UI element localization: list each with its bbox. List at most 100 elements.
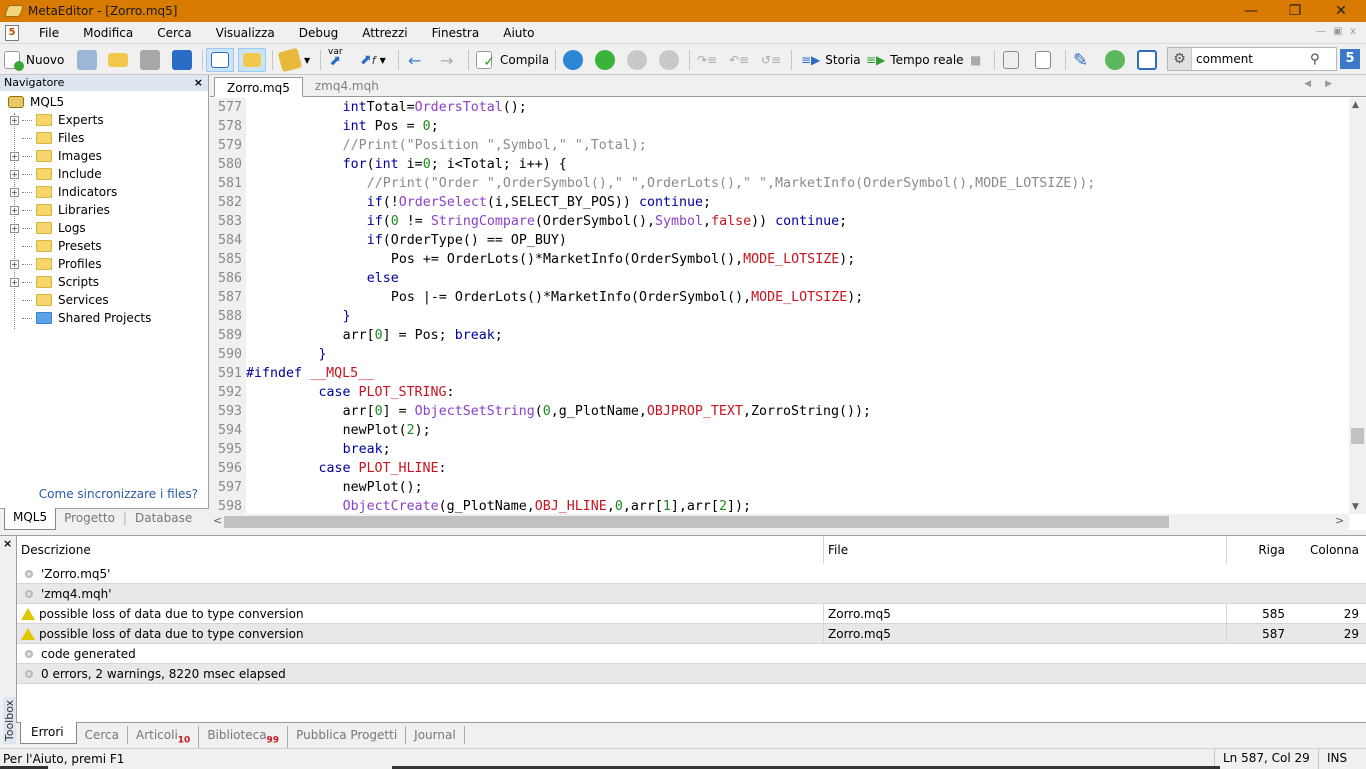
menu-debug[interactable]: Debug xyxy=(287,26,350,40)
restore-button[interactable]: ❐ xyxy=(1272,0,1318,22)
tab-journal[interactable]: Journal xyxy=(406,726,465,744)
code-line[interactable]: 592 case PLOT_STRING: xyxy=(210,383,1344,402)
tab-biblioteca[interactable]: Biblioteca99 xyxy=(199,726,289,750)
code-line[interactable]: 584 if(OrderType() == OP_BUY) xyxy=(210,231,1344,250)
pause-button[interactable] xyxy=(627,48,647,72)
tab-errori[interactable]: Errori xyxy=(20,722,77,744)
code-area[interactable]: 577 intTotal=OrdersTotal(); 578 int Pos = 0… xyxy=(210,98,1344,514)
tab-zorro-mq5[interactable]: Zorro.mq5 xyxy=(214,77,303,97)
styler-button[interactable]: ✎ xyxy=(1073,48,1088,72)
code-line[interactable]: 583 if(0 != StringCompare(OrderSymbol(),S… xyxy=(210,212,1344,231)
history-button[interactable]: ≡▶ Storia xyxy=(801,48,861,72)
close-toolbox-icon[interactable]: × xyxy=(3,537,12,550)
tree-item[interactable]: Shared Projects xyxy=(10,309,151,327)
tree-item[interactable]: + Experts xyxy=(10,111,104,129)
menu-file[interactable]: File xyxy=(27,26,71,40)
tab-cerca[interactable]: Cerca xyxy=(77,726,128,744)
close-navigator-icon[interactable]: × xyxy=(194,75,203,91)
back-button[interactable]: ← xyxy=(408,48,421,72)
code-line[interactable]: 586 else xyxy=(210,269,1344,288)
preview-button[interactable] xyxy=(1035,48,1051,72)
tree-item[interactable]: + Include xyxy=(10,165,102,183)
tree-item[interactable]: + Scripts xyxy=(10,273,99,291)
cloud-protect-button[interactable] xyxy=(1105,48,1125,72)
code-line[interactable]: 579 //Print("Position ",Symbol," ",Total)… xyxy=(210,136,1344,155)
tab-mql5[interactable]: MQL5 xyxy=(4,508,57,530)
tab-scroll-arrows[interactable]: ◀▶ xyxy=(1304,79,1346,89)
insert-function-button[interactable]: ⬈f ▼ xyxy=(360,48,386,72)
minimize-button[interactable]: — xyxy=(1228,0,1274,22)
new-button[interactable]: Nuovo xyxy=(4,48,64,72)
tree-item[interactable]: + Images xyxy=(10,147,102,165)
code-line[interactable]: 596 case PLOT_HLINE: xyxy=(210,459,1344,478)
save-all-button[interactable] xyxy=(172,48,192,72)
new-project-button[interactable] xyxy=(77,48,97,72)
tree-item[interactable]: + Logs xyxy=(10,219,86,237)
horizontal-scrollbar[interactable]: < > xyxy=(210,514,1349,530)
tree-item[interactable]: Files xyxy=(10,129,84,147)
horizontal-scroll-thumb[interactable] xyxy=(224,516,1169,528)
tree-item[interactable]: Presets xyxy=(10,237,102,255)
scroll-left-icon[interactable]: < xyxy=(213,514,222,527)
table-row[interactable]: possible loss of data due to type conver… xyxy=(17,624,1366,644)
scroll-right-icon[interactable]: > xyxy=(1335,514,1344,527)
vertical-scrollbar[interactable]: ▲ ▼ xyxy=(1349,98,1366,514)
step-over-button[interactable]: ↶≡ xyxy=(729,48,749,72)
code-line[interactable]: 594 newPlot(2); xyxy=(210,421,1344,440)
start-debug-button[interactable] xyxy=(595,48,615,72)
expand-icon[interactable]: + xyxy=(10,277,19,287)
expand-icon[interactable]: + xyxy=(10,169,19,179)
mdi-close-button[interactable]: x xyxy=(1350,26,1356,37)
step-out-button[interactable]: ↺≡ xyxy=(761,48,781,72)
expand-icon[interactable]: + xyxy=(10,259,19,269)
expand-icon[interactable]: + xyxy=(10,223,19,233)
scroll-up-icon[interactable]: ▲ xyxy=(1352,100,1359,110)
tree-item[interactable]: + Libraries xyxy=(10,201,110,219)
expand-icon[interactable]: + xyxy=(10,205,19,215)
expand-icon[interactable]: + xyxy=(10,187,19,197)
col-riga[interactable]: Riga xyxy=(1226,536,1289,564)
insert-variable-button[interactable]: var ⬈ xyxy=(328,48,343,72)
copy-button[interactable] xyxy=(1003,48,1019,72)
tab-zmq4-mqh[interactable]: zmq4.mqh xyxy=(303,76,391,96)
code-line[interactable]: 585 Pos += OrderLots()*MarketInfo(OrderSy… xyxy=(210,250,1344,269)
vertical-scroll-thumb[interactable] xyxy=(1351,428,1364,444)
menu-modifica[interactable]: Modifica xyxy=(71,26,145,40)
stop-profiling-button[interactable]: ■ xyxy=(970,48,981,72)
menu-aiuto[interactable]: Aiuto xyxy=(491,26,546,40)
menu-cerca[interactable]: Cerca xyxy=(145,26,203,40)
table-row[interactable]: code generated xyxy=(17,644,1366,664)
tree-item[interactable]: + Profiles xyxy=(10,255,102,273)
gear-icon[interactable]: ⚙ xyxy=(1168,48,1192,70)
toggle-navigator-button[interactable] xyxy=(206,48,234,72)
code-line[interactable]: 590} xyxy=(210,345,1344,364)
code-line[interactable]: 577 intTotal=OrdersTotal(); xyxy=(210,98,1344,117)
tab-progetto[interactable]: Progetto xyxy=(56,509,123,530)
code-line[interactable]: 578 int Pos = 0; xyxy=(210,117,1344,136)
expand-icon[interactable]: + xyxy=(10,151,19,161)
mdi-minimize-button[interactable]: — xyxy=(1316,26,1326,37)
col-descrizione[interactable]: Descrizione xyxy=(21,536,91,564)
stop-button[interactable] xyxy=(659,48,679,72)
col-file[interactable]: File xyxy=(823,536,1226,564)
toggle-toolbox-button[interactable] xyxy=(238,48,266,72)
code-line[interactable]: 593 arr[0] = ObjectSetString(0,g_PlotName… xyxy=(210,402,1344,421)
code-line[interactable]: 580 for(int i=0; i<Total; i++) { xyxy=(210,155,1344,174)
col-colonna[interactable]: Colonna xyxy=(1289,536,1363,564)
document-icon[interactable]: 5 xyxy=(5,24,19,41)
tree-item[interactable]: Services xyxy=(10,291,109,309)
menu-visualizza[interactable]: Visualizza xyxy=(204,26,287,40)
tree-root[interactable]: MQL5 xyxy=(8,93,64,111)
tab-pubblica-progetti[interactable]: Pubblica Progetti xyxy=(288,726,407,744)
menu-attrezzi[interactable]: Attrezzi xyxy=(350,26,419,40)
debug-history-button[interactable] xyxy=(563,48,583,72)
open-button[interactable] xyxy=(108,48,128,72)
tab-database[interactable]: Database xyxy=(127,509,200,530)
search-icon[interactable]: ⚲ xyxy=(1310,52,1320,67)
code-line[interactable]: 589 arr[0] = Pos; break; xyxy=(210,326,1344,345)
code-line[interactable]: 598 ObjectCreate(g_PlotName,OBJ_HLINE,0,a… xyxy=(210,497,1344,514)
save-button[interactable] xyxy=(140,48,160,72)
code-line[interactable]: 582 if(!OrderSelect(i,SELECT_BY_POS)) con… xyxy=(210,193,1344,212)
code-line[interactable]: 588} xyxy=(210,307,1344,326)
close-button[interactable]: ✕ xyxy=(1318,0,1364,22)
